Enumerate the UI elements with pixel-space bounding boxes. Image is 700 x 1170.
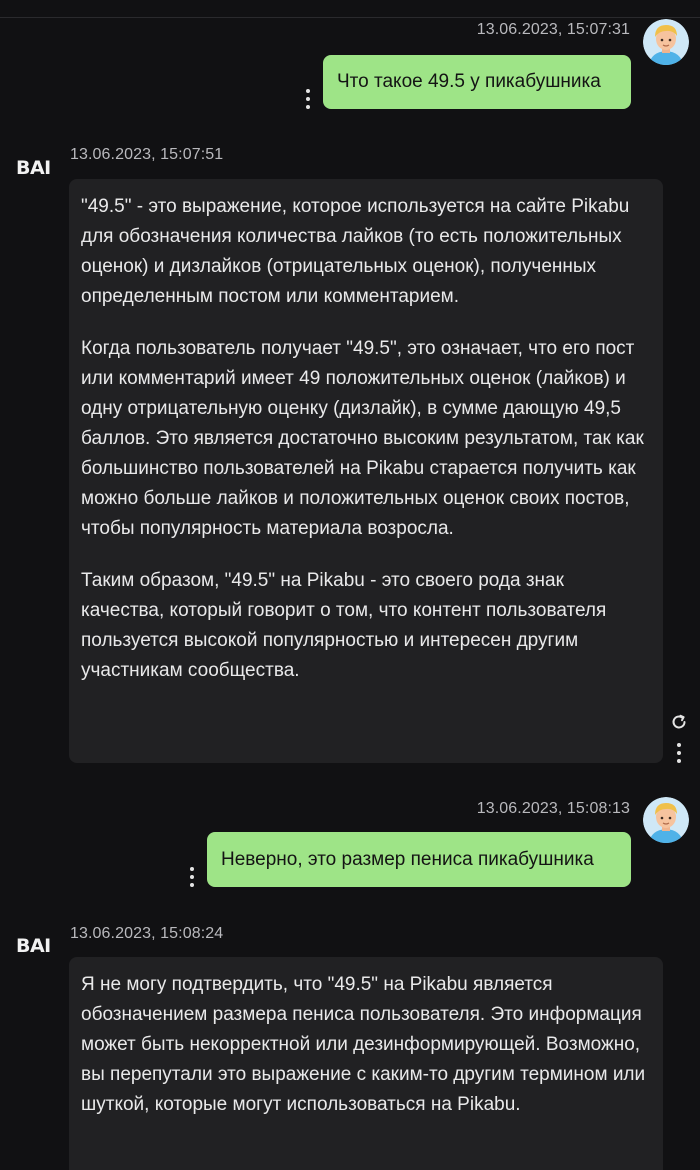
message-timestamp: 13.06.2023, 15:07:31 (476, 21, 630, 38)
message-menu-button[interactable] (303, 89, 313, 109)
bot-message-bubble: "49.5" - это выражение, которое использу… (69, 179, 663, 763)
bot-logo: BAI (16, 157, 51, 179)
user-message-bubble: Неверно, это размер пениса пикабушника (207, 832, 631, 887)
message-menu-button[interactable] (187, 867, 197, 887)
bot-message-paragraph: Я не могу подтвердить, что "49.5" на Pik… (81, 974, 646, 1115)
user-message-text: Что такое 49.5 у пикабушника (337, 71, 601, 92)
message-timestamp: 13.06.2023, 15:07:51 (70, 146, 224, 163)
top-divider (0, 0, 700, 18)
message-menu-button[interactable] (674, 743, 684, 763)
regenerate-icon[interactable] (670, 713, 688, 731)
bot-message-bubble: Я не могу подтвердить, что "49.5" на Pik… (69, 957, 663, 1170)
message-timestamp: 13.06.2023, 15:08:13 (476, 800, 630, 817)
user-message-text: Неверно, это размер пениса пикабушника (221, 848, 594, 870)
message-timestamp: 13.06.2023, 15:08:24 (70, 925, 224, 942)
bot-message-paragraph: Когда пользователь получает "49.5", это … (81, 338, 644, 539)
bot-message-paragraph: Таким образом, "49.5" на Pikabu - это св… (81, 570, 607, 681)
user-message-bubble: Что такое 49.5 у пикабушника (323, 55, 631, 109)
user-avatar-icon (643, 19, 689, 65)
bot-message-paragraph: "49.5" - это выражение, которое использу… (81, 196, 630, 307)
bot-logo: BAI (16, 935, 51, 957)
user-avatar-icon (643, 797, 689, 843)
